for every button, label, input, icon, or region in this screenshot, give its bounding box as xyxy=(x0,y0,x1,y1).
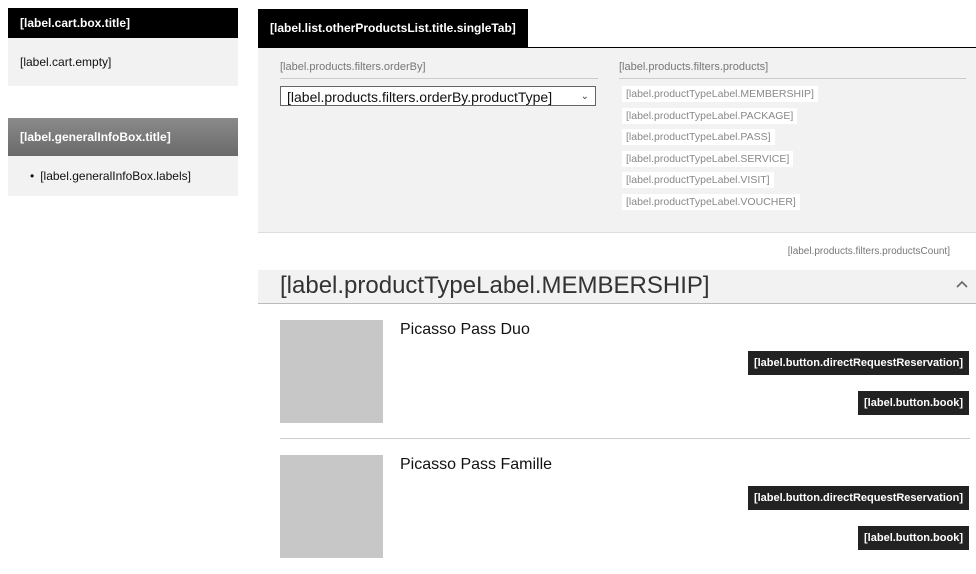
chevron-down-icon: ⌄ xyxy=(580,91,589,102)
products-panel: [label.list.otherProductsList.title.sing… xyxy=(258,0,976,558)
filter-chip-membership[interactable]: [label.productTypeLabel.MEMBERSHIP] xyxy=(622,86,818,102)
category-title: [label.productTypeLabel.MEMBERSHIP] xyxy=(280,272,710,299)
products-count: [label.products.filters.productsCount] xyxy=(787,246,950,257)
product-name[interactable]: Picasso Pass Famille xyxy=(400,456,552,474)
book-button[interactable]: [label.button.book] xyxy=(858,526,969,550)
general-info-item: [label.generalInfoBox.labels] xyxy=(40,169,191,183)
filters-panel: [label.products.filters.orderBy] [label.… xyxy=(258,48,976,232)
filter-chip-visit[interactable]: [label.productTypeLabel.VISIT] xyxy=(622,172,774,188)
category-header[interactable]: [label.productTypeLabel.MEMBERSHIP] xyxy=(258,270,976,304)
tab-other-products[interactable]: [label.list.otherProductsList.title.sing… xyxy=(258,9,528,47)
filter-chip-voucher[interactable]: [label.productTypeLabel.VOUCHER] xyxy=(622,193,800,210)
order-by-value: [label.products.filters.orderBy.productT… xyxy=(287,89,553,105)
filter-chip-package[interactable]: [label.productTypeLabel.PACKAGE] xyxy=(622,107,798,124)
product-type-filter-list: [label.productTypeLabel.MEMBERSHIP] [lab… xyxy=(622,86,818,215)
filter-chip-service[interactable]: [label.productTypeLabel.SERVICE] xyxy=(622,150,794,167)
direct-request-reservation-button[interactable]: [label.button.directRequestReservation] xyxy=(747,486,969,510)
general-info-list: • [label.generalInfoBox.labels] xyxy=(8,156,238,196)
left-column: [label.cart.box.title] [label.cart.empty… xyxy=(8,8,238,196)
product-name[interactable]: Picasso Pass Duo xyxy=(400,321,530,339)
order-by-label: [label.products.filters.orderBy] xyxy=(280,61,426,73)
cart-empty-text: [label.cart.empty] xyxy=(8,38,238,86)
general-info-title: [label.generalInfoBox.title] xyxy=(8,118,238,156)
product-image[interactable] xyxy=(280,455,383,558)
product-image[interactable] xyxy=(280,320,383,423)
direct-request-reservation-button[interactable]: [label.button.directRequestReservation] xyxy=(747,351,969,375)
product-item: Picasso Pass Famille [label.button.direc… xyxy=(258,439,976,574)
order-by-divider xyxy=(280,78,598,79)
chevron-up-icon[interactable] xyxy=(956,278,968,290)
product-item: Picasso Pass Duo [label.button.directReq… xyxy=(258,304,976,439)
products-filter-divider xyxy=(619,78,966,79)
filter-chip-pass[interactable]: [label.productTypeLabel.PASS] xyxy=(622,129,775,145)
order-by-select[interactable]: [label.products.filters.orderBy.productT… xyxy=(280,86,596,106)
cart-box-title: [label.cart.box.title] xyxy=(8,8,238,38)
bullet-icon: • xyxy=(30,169,35,183)
tab-bar: [label.list.otherProductsList.title.sing… xyxy=(258,0,976,48)
book-button[interactable]: [label.button.book] xyxy=(858,391,969,415)
products-filter-label: [label.products.filters.products] xyxy=(619,61,769,73)
